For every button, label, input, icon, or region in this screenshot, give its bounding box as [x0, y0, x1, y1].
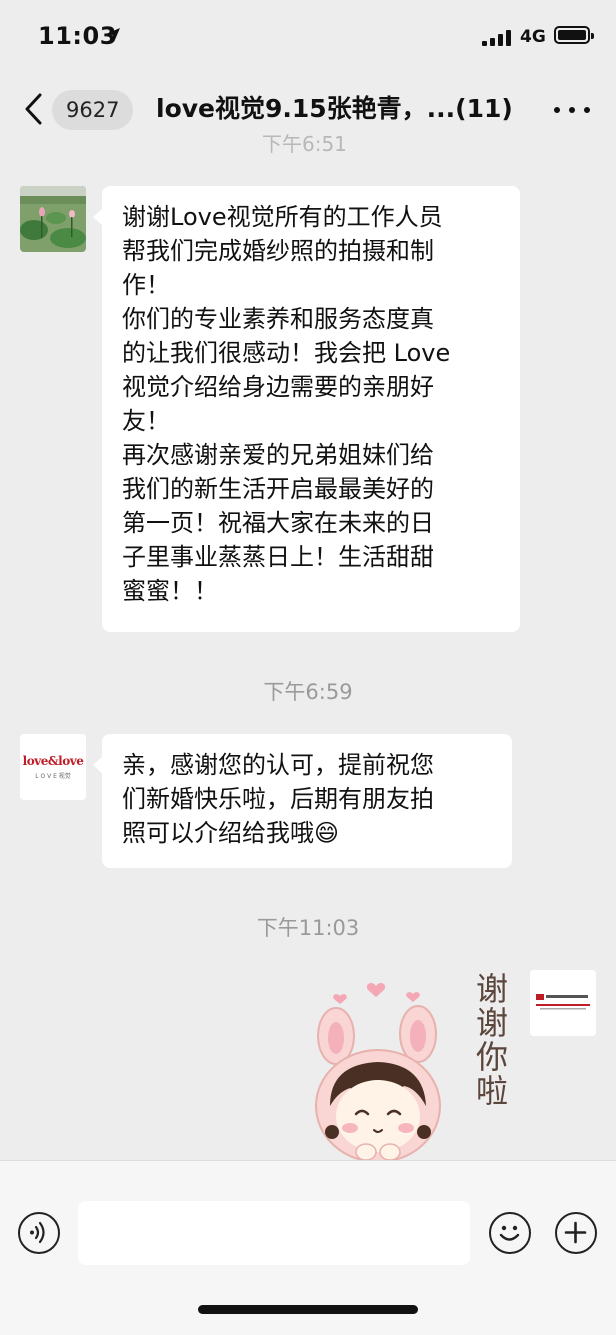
home-indicator[interactable] [198, 1305, 418, 1314]
network-type: 4G [520, 27, 546, 47]
message-bubble[interactable]: 亲，感谢您的认可，提前祝您 们新婚快乐啦，后期有朋友拍 照可以介绍给我哦😄 [93, 734, 512, 868]
message-text: 亲，感谢您的认可，提前祝您 们新婚快乐啦，后期有朋友拍 照可以介绍给我哦 [122, 751, 434, 847]
more-icon[interactable] [552, 98, 592, 122]
voice-waves-glyph [30, 1221, 45, 1244]
sticker-text: 谢谢你啦 [471, 972, 509, 1108]
message-bubble[interactable]: 谢谢Love视觉所有的工作人员 帮我们完成婚纱照的拍摄和制 作！ 你们的专业素养… [93, 186, 520, 632]
chevron-left-icon[interactable] [22, 92, 46, 126]
status-bar: 11:03 4G [0, 0, 616, 78]
lotus-photo-image [20, 186, 86, 252]
avatar-love-and-love[interactable]: love&love L O V E 视觉 [20, 734, 86, 800]
battery-icon [554, 26, 594, 44]
unread-count-badge[interactable]: 9627 [52, 90, 134, 130]
timestamp: 下午11:03 [256, 916, 360, 940]
emoji-icon[interactable] [489, 1212, 531, 1254]
plus-icon[interactable] [555, 1212, 597, 1254]
message-input[interactable] [78, 1201, 470, 1265]
timestamp: 下午6:59 [263, 680, 353, 704]
avatar-lotus[interactable] [20, 186, 86, 252]
avatar-love-vision[interactable] [530, 970, 596, 1036]
location-arrow-icon [106, 28, 120, 42]
message-text: 谢谢Love视觉所有的工作人员 帮我们完成婚纱照的拍摄和制 作！ 你们的专业素养… [122, 203, 451, 605]
love-vision-logo-image [530, 970, 596, 1036]
sticker[interactable]: 谢谢你啦 [300, 966, 518, 1166]
logo-love-and-love: love&love [22, 754, 84, 768]
partial-timestamp: 下午6:51 [262, 132, 347, 156]
cellular-signal-icon [482, 30, 511, 46]
grinning-emoji: 😄 [314, 819, 340, 847]
logo-subtitle: L O V E 视觉 [35, 773, 71, 780]
smiley-glyph [499, 1225, 520, 1241]
plus-glyph [564, 1221, 587, 1244]
voice-icon[interactable] [18, 1212, 60, 1254]
bunny-girl-sticker-image [315, 983, 441, 1163]
chat-title: love视觉9.15张艳青，...(11) [156, 94, 513, 123]
